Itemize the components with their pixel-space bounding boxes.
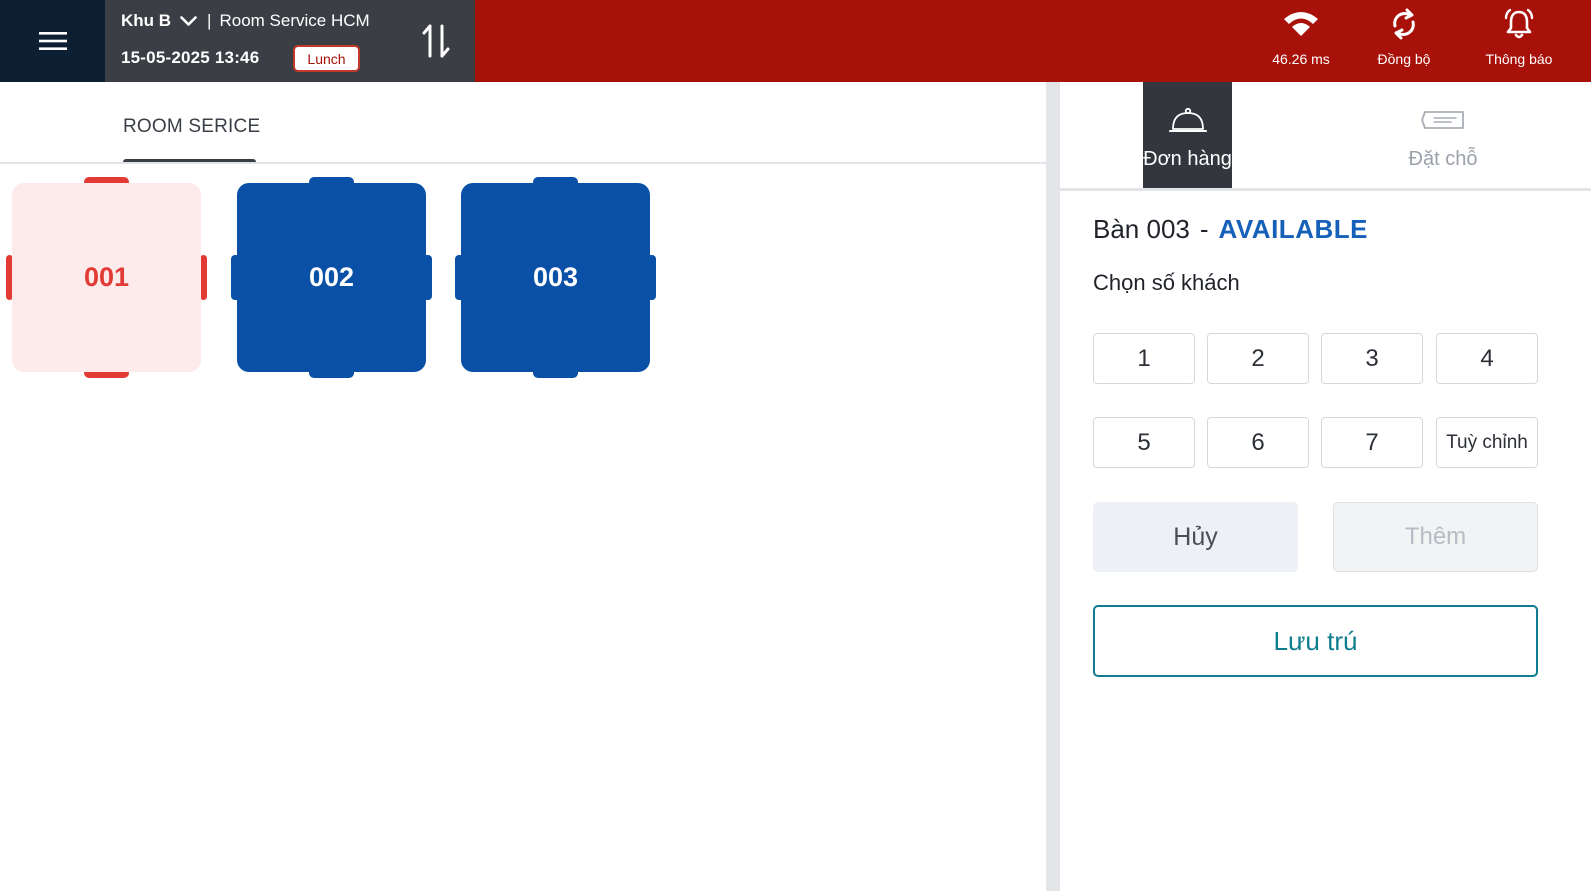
session-info: Khu B | Room Service HCM 15-05-2025 13:4… xyxy=(105,0,396,82)
panel-divider[interactable] xyxy=(1046,82,1060,891)
location-name: Room Service HCM xyxy=(219,11,370,30)
table-status: AVAILABLE xyxy=(1218,214,1368,244)
guest-option-1[interactable]: 1 xyxy=(1093,333,1195,384)
stay-button[interactable]: Lưu trú xyxy=(1093,605,1538,677)
tab-orders-label: Đơn hàng xyxy=(1143,148,1232,170)
menu-button[interactable] xyxy=(0,0,105,82)
hamburger-menu-icon xyxy=(38,32,67,50)
top-bar: Khu B | Room Service HCM 15-05-2025 13:4… xyxy=(0,0,1591,82)
title-dash: - xyxy=(1199,214,1209,244)
ping-value: 46.26 ms xyxy=(1272,51,1330,67)
tab-reservations-label: Đặt chỗ xyxy=(1408,148,1478,170)
selected-table-title: Bàn 003- AVAILABLE xyxy=(1093,214,1368,245)
table-number: 003 xyxy=(461,183,650,372)
guest-option-2[interactable]: 2 xyxy=(1207,333,1309,384)
sync-button[interactable]: Đồng bộ xyxy=(1368,0,1440,82)
add-button[interactable]: Thêm xyxy=(1333,502,1538,572)
chair-right xyxy=(200,255,207,300)
swap-vertical-icon xyxy=(422,24,449,58)
cancel-button[interactable]: Hủy xyxy=(1093,502,1298,572)
notification-button[interactable]: Thông báo xyxy=(1474,0,1564,82)
guest-option-3[interactable]: 3 xyxy=(1321,333,1423,384)
panel-tab-divider xyxy=(1060,188,1591,191)
cloche-icon xyxy=(1168,107,1207,132)
sync-label: Đồng bộ xyxy=(1377,51,1431,67)
table-number: 001 xyxy=(12,183,201,372)
guest-option-custom[interactable]: Tuỳ chỉnh xyxy=(1436,417,1538,468)
bell-icon xyxy=(1504,8,1534,39)
chevron-down-icon[interactable] xyxy=(180,15,197,27)
network-status[interactable]: 46.26 ms xyxy=(1262,0,1340,82)
area-row: Khu B | Room Service HCM xyxy=(121,10,370,32)
selected-table-label: Bàn 003 xyxy=(1093,214,1190,244)
area-selector[interactable]: Khu B xyxy=(121,11,171,31)
guest-option-4[interactable]: 4 xyxy=(1436,333,1538,384)
ticket-icon xyxy=(1421,111,1464,129)
tab-orders[interactable]: Đơn hàng xyxy=(1143,82,1232,190)
guest-option-7[interactable]: 7 xyxy=(1321,417,1423,468)
guest-option-5[interactable]: 5 xyxy=(1093,417,1195,468)
sync-icon xyxy=(1393,8,1415,40)
guest-count-label: Chọn số khách xyxy=(1093,270,1240,295)
datetime: 15-05-2025 13:46 xyxy=(121,48,260,67)
swap-button[interactable] xyxy=(396,0,475,82)
area-separator: | xyxy=(207,11,212,30)
tab-room-service[interactable]: ROOM SERICE xyxy=(123,116,260,138)
guest-option-6[interactable]: 6 xyxy=(1207,417,1309,468)
tab-reservations[interactable]: Đặt chỗ xyxy=(1378,82,1508,190)
table-tile-001[interactable]: 001 xyxy=(6,177,207,378)
wifi-icon xyxy=(1284,12,1318,36)
shift-badge: Lunch xyxy=(293,45,360,72)
table-tile-003[interactable]: 003 xyxy=(455,177,656,378)
notification-label: Thông báo xyxy=(1485,51,1553,67)
table-tile-002[interactable]: 002 xyxy=(231,177,432,378)
floor-tab-divider xyxy=(0,162,1046,164)
table-number: 002 xyxy=(237,183,426,372)
